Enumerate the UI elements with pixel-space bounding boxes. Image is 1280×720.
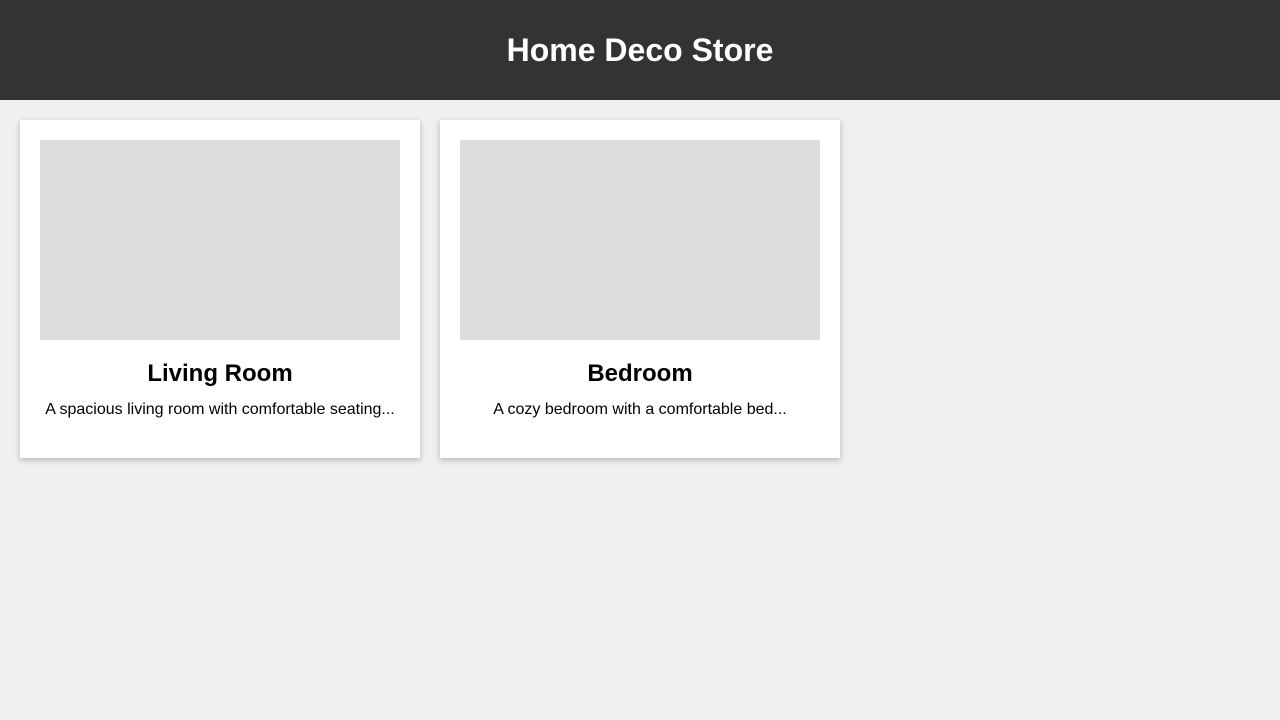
room-grid: Living Room A spacious living room with … xyxy=(0,100,1280,478)
room-card-description: A spacious living room with comfortable … xyxy=(45,401,395,418)
room-card-title: Living Room xyxy=(147,360,293,387)
room-card-bedroom[interactable]: Bedroom A cozy bedroom with a comfortabl… xyxy=(440,120,840,458)
room-image-placeholder xyxy=(460,140,820,340)
room-image-placeholder xyxy=(40,140,400,340)
site-title: Home Deco Store xyxy=(506,31,774,68)
room-card-living-room[interactable]: Living Room A spacious living room with … xyxy=(20,120,420,458)
room-card-title: Bedroom xyxy=(587,360,693,387)
room-card-description: A cozy bedroom with a comfortable bed... xyxy=(493,401,787,418)
site-header: Home Deco Store xyxy=(0,0,1280,100)
